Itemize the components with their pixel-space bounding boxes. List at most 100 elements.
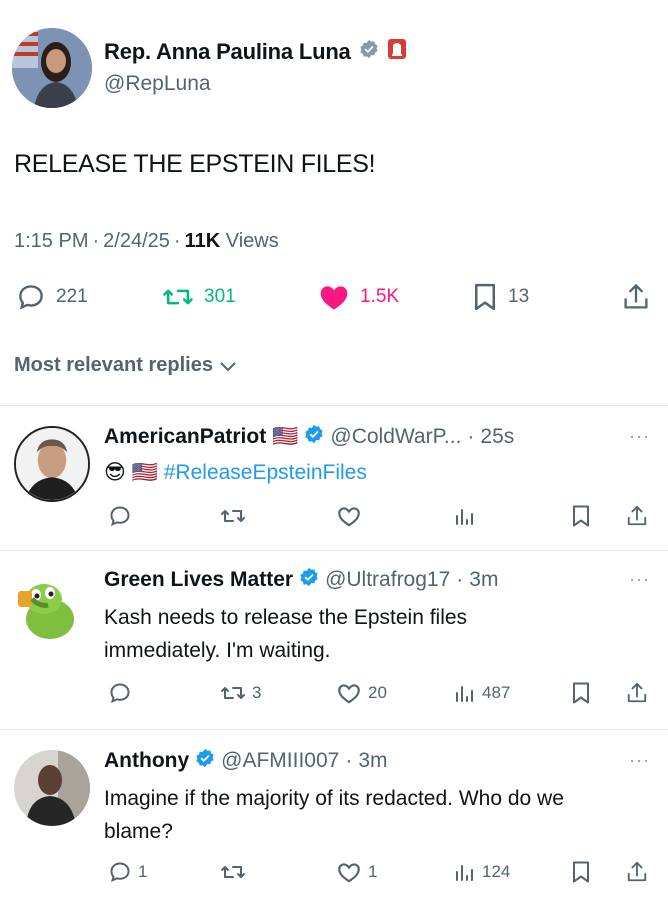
reply-icon — [110, 506, 130, 527]
bookmark-icon — [573, 682, 589, 704]
reply-avatar[interactable] — [14, 426, 90, 502]
reply-actions — [0, 504, 668, 534]
more-options-icon[interactable]: ··· — [629, 750, 650, 771]
retweet-button[interactable] — [220, 860, 246, 884]
views-button[interactable] — [454, 504, 482, 528]
reply-item[interactable]: Green Lives Matter @Ultrafrog17 · 3m ···… — [0, 551, 668, 729]
bookmark-button[interactable] — [570, 504, 592, 528]
separator: · — [456, 568, 464, 591]
reply-text: 😎 🇺🇸 #ReleaseEpsteinFiles — [104, 456, 604, 489]
reply-header: Green Lives Matter @Ultrafrog17 · 3m — [104, 567, 498, 593]
retweet-count: 301 — [204, 286, 236, 307]
reply-actions: 1 1 124 — [0, 860, 668, 890]
retweet-button[interactable]: 3 — [220, 681, 261, 705]
share-button[interactable] — [622, 282, 650, 312]
bookmark-icon — [573, 861, 589, 883]
bookmark-button[interactable] — [570, 681, 592, 705]
heart-icon — [338, 684, 360, 704]
bookmark-icon — [573, 505, 589, 527]
share-button[interactable] — [626, 504, 648, 528]
like-button[interactable] — [336, 504, 368, 528]
reply-time[interactable]: 25s — [480, 425, 514, 449]
views-count: 124 — [482, 862, 511, 881]
separator: · — [92, 230, 100, 252]
reply-avatar[interactable] — [14, 750, 90, 826]
reply-item[interactable]: Anthony @AFMIII007 · 3m ··· Imagine if t… — [0, 730, 668, 903]
reply-author-name[interactable]: Anthony — [104, 749, 189, 773]
verified-blue-icon — [299, 567, 319, 593]
heart-icon — [338, 863, 360, 883]
like-count: 1 — [368, 862, 378, 881]
retweet-button[interactable] — [220, 504, 252, 528]
reply-icon — [110, 862, 130, 883]
reply-author-name[interactable]: Green Lives Matter — [104, 568, 293, 592]
verified-blue-icon — [195, 748, 215, 774]
tweet-date[interactable]: 2/24/25 — [103, 230, 170, 253]
analytics-icon — [456, 509, 473, 525]
reply-time[interactable]: 3m — [358, 749, 387, 773]
reply-button[interactable] — [108, 504, 132, 528]
reply-item[interactable]: AmericanPatriot 🇺🇸 @ColdWarP... · 25s ··… — [0, 406, 668, 550]
reply-handle[interactable]: @AFMIII007 — [221, 749, 339, 773]
bookmark-icon — [475, 283, 495, 311]
more-options-icon[interactable]: ··· — [629, 426, 650, 447]
tweet-meta: 1:15 PM · 2/24/25 · 11K Views — [14, 230, 279, 253]
reply-count: 1 — [138, 862, 148, 881]
author-handle[interactable]: @RepLuna — [104, 72, 211, 96]
reply-icon — [110, 683, 130, 704]
tweet-text: RELEASE THE EPSTEIN FILES! — [14, 150, 376, 178]
like-count: 1.5K — [360, 286, 400, 307]
views-count: 11K — [184, 230, 221, 252]
like-button[interactable]: 20 — [336, 681, 387, 705]
heart-icon — [338, 507, 360, 527]
hashtag-link[interactable]: #ReleaseEpsteinFiles — [164, 461, 367, 484]
congress-badge-icon — [387, 38, 407, 65]
more-options-icon[interactable]: ··· — [629, 569, 650, 590]
reply-button[interactable] — [108, 681, 132, 705]
tweet-actions: 221 301 1.5K 13 — [0, 282, 668, 318]
reply-author-name[interactable]: AmericanPatriot — [104, 425, 266, 449]
reply-handle[interactable]: @Ultrafrog17 — [325, 568, 450, 592]
author-avatar[interactable] — [12, 28, 92, 108]
bookmark-button[interactable] — [570, 860, 592, 884]
reply-avatar[interactable] — [14, 569, 90, 645]
views-count: 487 — [482, 683, 511, 702]
share-icon — [624, 284, 648, 309]
chevron-down-icon — [220, 361, 236, 371]
reply-handle[interactable]: @ColdWarP... — [330, 425, 461, 449]
reply-header: Anthony @AFMIII007 · 3m — [104, 748, 388, 774]
retweet-icon — [163, 289, 193, 305]
retweet-button[interactable]: 301 — [162, 282, 236, 312]
reply-time[interactable]: 3m — [469, 568, 498, 592]
like-button[interactable]: 1 — [336, 860, 377, 884]
author-name[interactable]: Rep. Anna Paulina Luna — [104, 39, 351, 65]
bookmark-count: 13 — [508, 286, 530, 307]
reply-button[interactable]: 1 — [108, 860, 147, 884]
reply-count: 221 — [56, 286, 88, 307]
heart-filled-icon — [320, 286, 348, 310]
reply-actions: 3 20 487 — [0, 681, 668, 711]
share-icon — [627, 861, 647, 882]
us-flag-icon: 🇺🇸 — [131, 461, 158, 484]
verified-blue-icon — [304, 424, 324, 450]
views-button[interactable]: 487 — [454, 681, 510, 705]
reply-button[interactable]: 221 — [16, 282, 88, 312]
separator: · — [467, 425, 475, 448]
share-button[interactable] — [626, 860, 648, 884]
bookmark-button[interactable]: 13 — [472, 282, 529, 312]
analytics-icon — [456, 686, 473, 702]
tweet-time[interactable]: 1:15 PM — [14, 230, 88, 253]
views-label: Views — [225, 230, 279, 252]
retweet-icon — [221, 687, 245, 699]
replies-sort-label: Most relevant replies — [14, 354, 213, 376]
like-button[interactable]: 1.5K — [318, 282, 399, 312]
share-button[interactable] — [626, 681, 648, 705]
share-icon — [627, 682, 647, 703]
author-name-row: Rep. Anna Paulina Luna — [104, 38, 407, 65]
views-button[interactable]: 124 — [454, 860, 510, 884]
replies-sort-dropdown[interactable]: Most relevant replies — [14, 354, 237, 377]
retweet-icon — [221, 510, 245, 522]
us-flag-icon: 🇺🇸 — [272, 425, 299, 448]
analytics-icon — [456, 865, 473, 881]
reply-text: Kash needs to release the Epstein files … — [104, 606, 468, 662]
